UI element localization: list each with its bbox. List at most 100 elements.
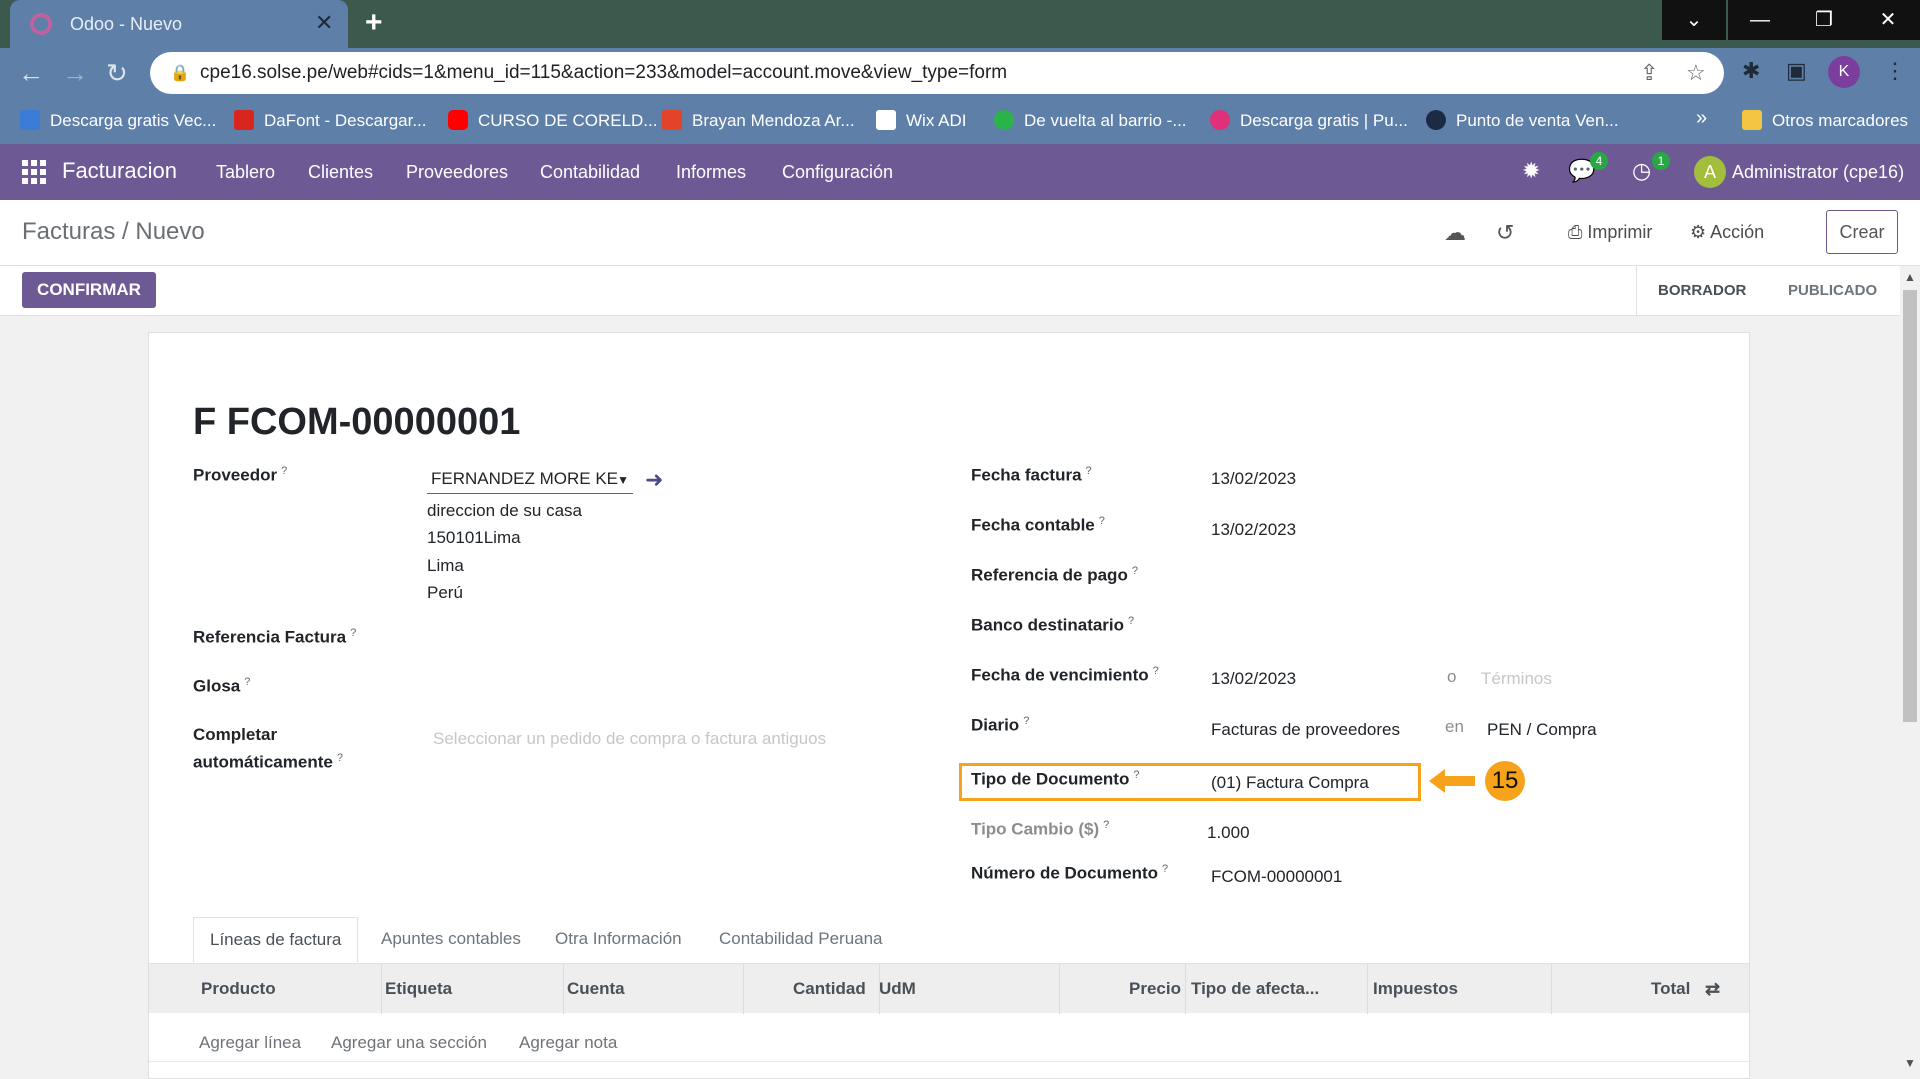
col-cantidad[interactable]: Cantidad xyxy=(793,979,866,999)
numero-documento-input[interactable]: FCOM-00000001 xyxy=(1211,867,1342,887)
col-etiqueta[interactable]: Etiqueta xyxy=(385,979,452,999)
caret-down-icon[interactable]: ▼ xyxy=(617,473,629,487)
or-text: o xyxy=(1447,667,1457,686)
scroll-up-icon[interactable]: ▲ xyxy=(1904,270,1916,284)
menu-clientes[interactable]: Clientes xyxy=(308,162,373,183)
tab-contabilidad-peruana[interactable]: Contabilidad Peruana xyxy=(703,917,899,963)
side-panel-icon[interactable]: ▣ xyxy=(1786,58,1807,84)
browser-tab[interactable]: Odoo - Nuevo ✕ xyxy=(10,0,348,48)
stage-publicado[interactable]: PUBLICADO xyxy=(1788,266,1877,316)
back-icon[interactable]: ← xyxy=(18,58,44,89)
extensions-icon[interactable]: ✱ xyxy=(1742,58,1760,84)
restore-icon[interactable]: ❐ xyxy=(1792,0,1856,40)
share-icon[interactable]: ⇪ xyxy=(1640,60,1658,86)
help-icon[interactable]: ? xyxy=(350,627,356,639)
user-menu[interactable]: Administrator (cpe16) xyxy=(1732,162,1904,183)
more-bookmarks-icon[interactable]: » xyxy=(1696,107,1707,130)
action-button[interactable]: ⚙ Acción xyxy=(1690,222,1764,243)
col-tipo-afectacion[interactable]: Tipo de afecta... xyxy=(1191,979,1319,999)
bookmark-item[interactable]: Wix ADI xyxy=(876,110,966,131)
close-tab-icon[interactable]: ✕ xyxy=(315,10,333,36)
help-icon[interactable]: ? xyxy=(1099,515,1105,527)
internal-link-arrow-icon[interactable]: ➜ xyxy=(645,467,663,493)
help-icon[interactable]: ? xyxy=(1132,565,1138,577)
bookmark-star-icon[interactable]: ☆ xyxy=(1686,60,1706,86)
add-line-link[interactable]: Agregar línea xyxy=(199,1033,301,1053)
fecha-vencimiento-input[interactable]: 13/02/2023 xyxy=(1211,669,1296,689)
bookmark-item[interactable]: Descarga gratis Vec... xyxy=(20,110,216,131)
diario-input[interactable]: Facturas de proveedores xyxy=(1211,720,1400,740)
save-cloud-icon[interactable]: ☁ xyxy=(1444,220,1466,246)
menu-proveedores[interactable]: Proveedores xyxy=(406,162,508,183)
url-text[interactable]: cpe16.solse.pe/web#cids=1&menu_id=115&ac… xyxy=(200,62,1007,84)
help-icon[interactable]: ? xyxy=(244,676,250,688)
menu-configuracion[interactable]: Configuración xyxy=(782,162,893,183)
bookmark-label: De vuelta al barrio -... xyxy=(1024,111,1187,130)
help-icon[interactable]: ? xyxy=(1162,863,1168,875)
menu-contabilidad[interactable]: Contabilidad xyxy=(540,162,640,183)
terminos-input[interactable]: Términos xyxy=(1481,669,1552,689)
user-avatar[interactable]: A xyxy=(1694,156,1726,188)
label-text: Glosa xyxy=(193,676,241,696)
help-icon[interactable]: ? xyxy=(1153,665,1159,677)
form-sheet: F FCOM-00000001 Proveedor? FERNANDEZ MOR… xyxy=(148,332,1750,1079)
confirm-button[interactable]: CONFIRMAR xyxy=(22,272,156,308)
print-button[interactable]: ⎙ Imprimir xyxy=(1568,222,1652,243)
bookmark-item[interactable]: Descarga gratis | Pu... xyxy=(1210,110,1408,131)
column-divider xyxy=(743,964,744,1014)
label-text: Tipo Cambio ($) xyxy=(971,819,1100,839)
tab-otra-informacion[interactable]: Otra Información xyxy=(539,917,698,963)
new-tab-button[interactable]: + xyxy=(365,6,383,40)
col-total[interactable]: Total xyxy=(1651,979,1690,999)
help-icon[interactable]: ? xyxy=(281,465,287,477)
profile-avatar[interactable]: K xyxy=(1828,56,1860,88)
step-number-badge: 15 xyxy=(1485,761,1525,801)
optional-columns-icon[interactable]: ⇄ xyxy=(1705,979,1720,1000)
fecha-factura-input[interactable]: 13/02/2023 xyxy=(1211,469,1296,489)
col-producto[interactable]: Producto xyxy=(201,979,276,999)
bookmark-item[interactable]: Brayan Mendoza Ar... xyxy=(662,110,855,131)
bookmark-item[interactable]: DaFont - Descargar... xyxy=(234,110,427,131)
help-icon[interactable]: ? xyxy=(1086,465,1092,477)
moneda-input[interactable]: PEN / Compra xyxy=(1487,720,1597,740)
diario-label: Diario? xyxy=(971,715,1029,736)
col-cuenta[interactable]: Cuenta xyxy=(567,979,625,999)
tab-apuntes-contables[interactable]: Apuntes contables xyxy=(365,917,537,963)
tab-search-icon[interactable]: ⌄ xyxy=(1662,0,1726,40)
col-impuestos[interactable]: Impuestos xyxy=(1373,979,1458,999)
menu-informes[interactable]: Informes xyxy=(676,162,746,183)
bookmark-item[interactable]: Punto de venta Ven... xyxy=(1426,110,1619,131)
browser-menu-icon[interactable]: ⋮ xyxy=(1884,58,1906,84)
bookmark-item[interactable]: De vuelta al barrio -... xyxy=(994,110,1187,131)
create-button[interactable]: Crear xyxy=(1826,210,1898,254)
discard-undo-icon[interactable]: ↺ xyxy=(1496,220,1514,246)
debug-bug-icon[interactable]: ✹ xyxy=(1522,158,1540,184)
add-note-link[interactable]: Agregar nota xyxy=(519,1033,617,1053)
other-bookmarks-folder[interactable]: Otros marcadores xyxy=(1742,110,1908,131)
scrollbar-thumb[interactable] xyxy=(1903,290,1917,722)
activities-clock-icon[interactable]: ◷ xyxy=(1632,158,1651,184)
reload-icon[interactable]: ↻ xyxy=(106,58,128,89)
app-name[interactable]: Facturacion xyxy=(62,158,177,184)
help-icon[interactable]: ? xyxy=(1103,819,1109,831)
col-udm[interactable]: UdM xyxy=(879,979,916,999)
address-bar[interactable]: 🔒 cpe16.solse.pe/web#cids=1&menu_id=115&… xyxy=(150,52,1724,94)
close-window-icon[interactable]: ✕ xyxy=(1856,0,1920,40)
help-icon[interactable]: ? xyxy=(337,752,343,764)
apps-menu-icon[interactable] xyxy=(22,160,46,184)
fecha-contable-input[interactable]: 13/02/2023 xyxy=(1211,520,1296,540)
breadcrumb[interactable]: Facturas / Nuevo xyxy=(22,218,205,246)
forward-icon[interactable]: → xyxy=(62,58,88,89)
col-precio[interactable]: Precio xyxy=(1129,979,1181,999)
stage-borrador[interactable]: BORRADOR xyxy=(1658,266,1746,316)
tab-lineas-factura[interactable]: Líneas de factura xyxy=(193,917,359,963)
completar-input[interactable]: Seleccionar un pedido de compra o factur… xyxy=(433,729,826,749)
help-icon[interactable]: ? xyxy=(1023,715,1029,727)
minimize-icon[interactable]: — xyxy=(1728,0,1792,40)
add-section-link[interactable]: Agregar una sección xyxy=(331,1033,487,1053)
help-icon[interactable]: ? xyxy=(1128,615,1134,627)
menu-tablero[interactable]: Tablero xyxy=(216,162,275,183)
bookmark-item[interactable]: CURSO DE CORELD... xyxy=(448,110,657,131)
scroll-down-icon[interactable]: ▼ xyxy=(1904,1056,1916,1070)
proveedor-field[interactable]: FERNANDEZ MORE KE ▼ xyxy=(427,469,633,494)
